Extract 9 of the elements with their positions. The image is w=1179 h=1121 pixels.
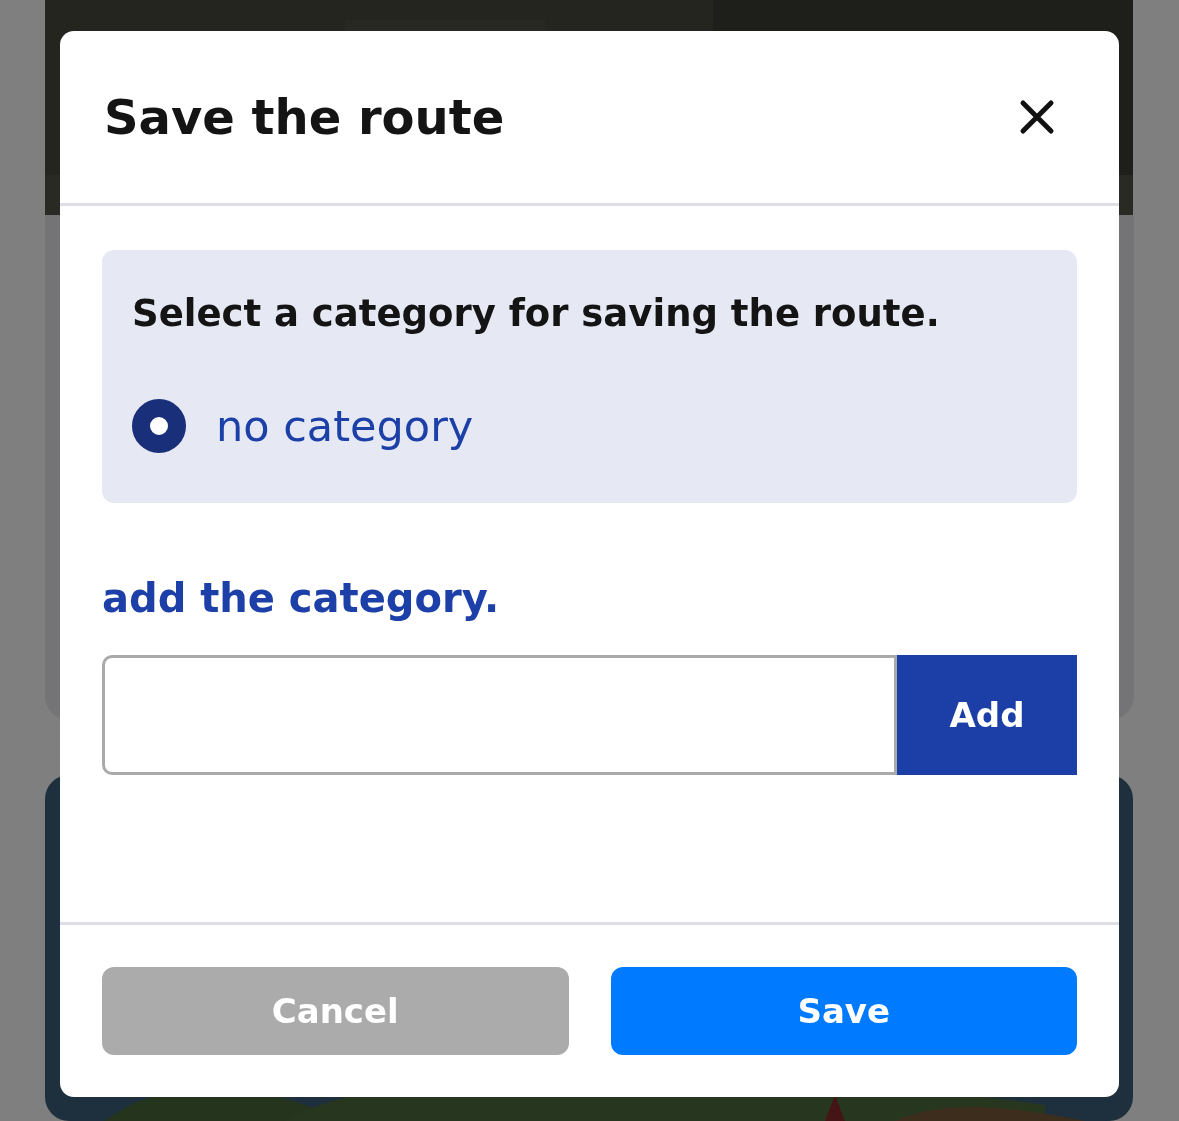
save-button[interactable]: Save bbox=[610, 967, 1077, 1055]
add-button[interactable]: Add bbox=[897, 655, 1077, 775]
add-category-heading: add the category. bbox=[102, 575, 501, 621]
prompt-text: Select a category for saving the route. bbox=[132, 292, 941, 335]
dialog-title: Save the route bbox=[104, 89, 505, 145]
category-option[interactable]: no category bbox=[216, 401, 474, 451]
input-field[interactable] bbox=[102, 655, 897, 775]
radio-button[interactable] bbox=[132, 399, 186, 453]
close-icon[interactable] bbox=[1019, 99, 1055, 135]
